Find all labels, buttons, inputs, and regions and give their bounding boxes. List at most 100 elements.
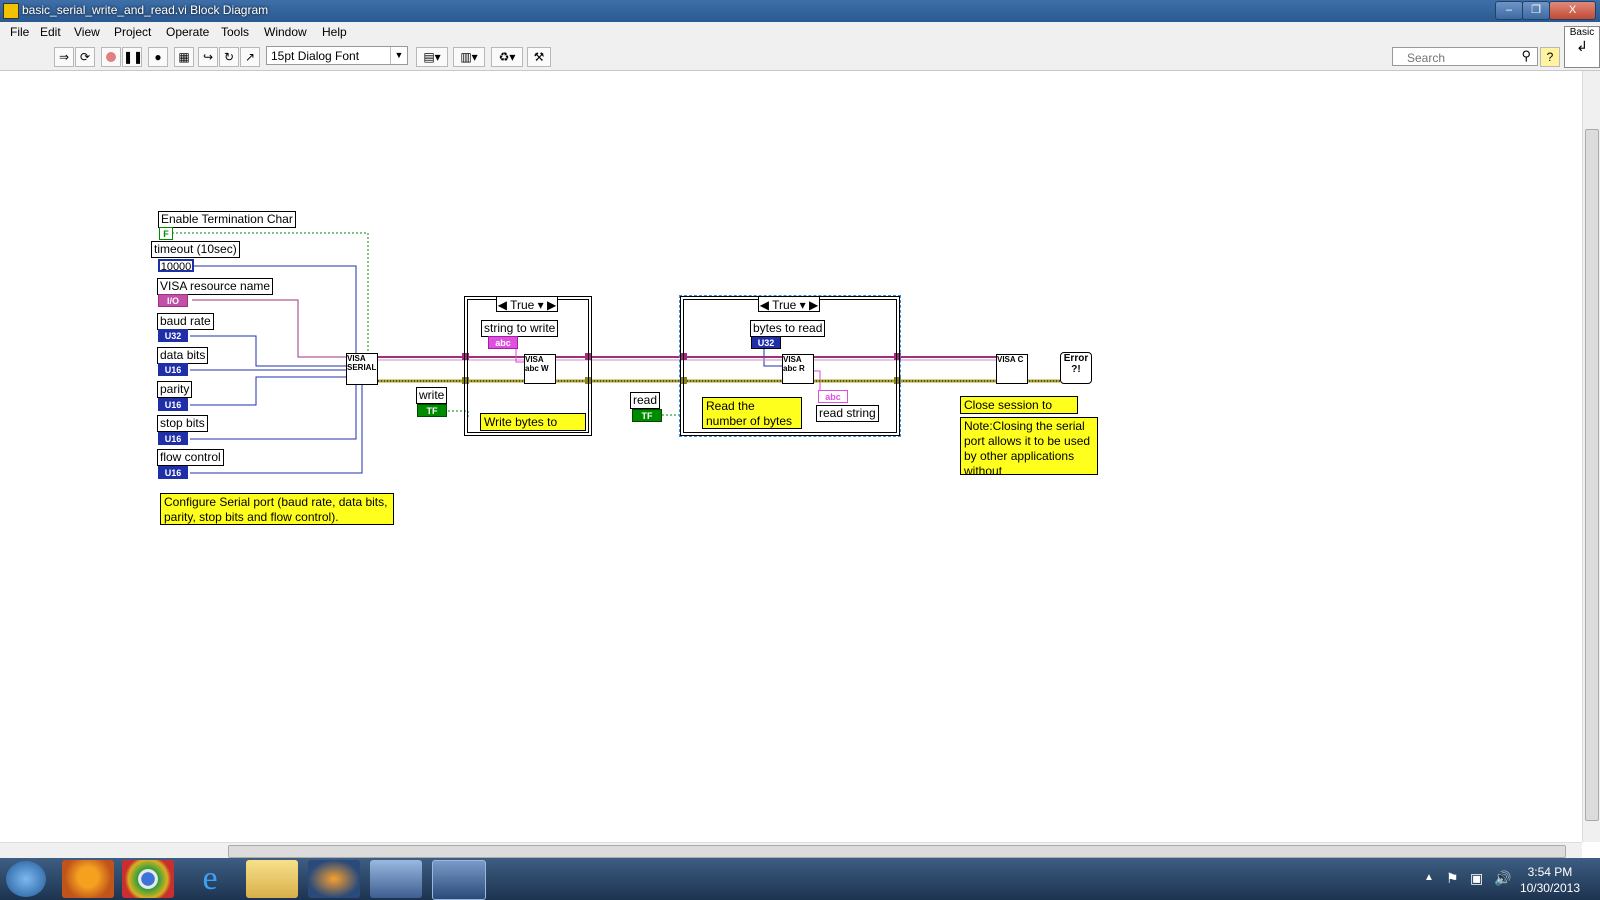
menu-help[interactable]: Help bbox=[322, 25, 347, 39]
firefox-icon[interactable] bbox=[62, 860, 114, 898]
simple-error-handler-vi[interactable]: Error ?! bbox=[1060, 352, 1092, 384]
run-continuously-icon[interactable]: ⟳ bbox=[75, 47, 95, 67]
label-baud-rate[interactable]: baud rate bbox=[157, 313, 214, 330]
distribute-objects-icon[interactable]: ▥▾ bbox=[453, 47, 485, 67]
reorder-icon[interactable]: ♻▾ bbox=[491, 47, 523, 67]
cleanup-diagram-icon[interactable]: ⚒ bbox=[527, 47, 551, 67]
visa-write-vi[interactable]: VISA abc W bbox=[524, 354, 556, 384]
pause-icon[interactable]: ❚❚ bbox=[122, 47, 143, 67]
folder-icon[interactable] bbox=[246, 860, 298, 898]
label-flow-control[interactable]: flow control bbox=[157, 449, 224, 466]
start-button[interactable] bbox=[6, 861, 46, 897]
case-selector-read-value: True bbox=[772, 298, 797, 312]
menu-file[interactable]: File bbox=[10, 25, 29, 39]
menu-view[interactable]: View bbox=[74, 25, 100, 39]
align-objects-icon[interactable]: ▤▾ bbox=[416, 47, 448, 67]
label-read[interactable]: read bbox=[630, 392, 661, 409]
minimize-button[interactable]: – bbox=[1495, 1, 1523, 20]
search-icon[interactable]: ⚲ bbox=[1521, 48, 1531, 64]
menu-operate[interactable]: Operate bbox=[166, 25, 209, 39]
palette-label: Basic bbox=[1569, 27, 1595, 38]
wire-layer bbox=[172, 232, 1060, 474]
search-box[interactable]: ⚲ bbox=[1392, 47, 1538, 66]
media-player-icon[interactable] bbox=[308, 860, 360, 898]
internet-explorer-icon[interactable]: e bbox=[184, 860, 236, 898]
label-visa-resource-name[interactable]: VISA resource name bbox=[157, 278, 274, 295]
flow-control-constant[interactable]: U16 bbox=[158, 466, 188, 479]
stop-bits-constant[interactable]: U16 bbox=[158, 432, 188, 445]
bytes-to-read-control[interactable]: U32 bbox=[751, 336, 781, 349]
data-bits-constant[interactable]: U16 bbox=[158, 363, 188, 376]
note-read-bytes[interactable]: Read the number of bytes specified. bbox=[702, 397, 802, 429]
parity-wire bbox=[190, 376, 346, 406]
taskbar: e ▲ ⚑ ▣ 🔊 3:54 PM 10/30/2013 bbox=[0, 858, 1600, 900]
block-diagram-canvas[interactable]: ◀ True ▾ ▶ ◀ True ▾ ▶ Enable Termination… bbox=[0, 71, 1582, 842]
tray-expand-icon[interactable]: ▲ bbox=[1424, 872, 1434, 883]
font-select[interactable]: 15pt Dialog Font ▼ bbox=[266, 46, 408, 65]
menu-bar: File Edit View Project Operate Tools Win… bbox=[0, 22, 1600, 42]
vertical-scroll-thumb[interactable] bbox=[1585, 129, 1599, 821]
highlight-execution-icon[interactable]: ● bbox=[148, 47, 168, 67]
visa-resource-constant[interactable]: I/O bbox=[158, 294, 188, 307]
label-enable-termination-char[interactable]: Enable Termination Char bbox=[158, 211, 296, 228]
label-read-string[interactable]: read string bbox=[816, 405, 879, 422]
menu-window[interactable]: Window bbox=[264, 25, 307, 39]
menu-tools[interactable]: Tools bbox=[221, 25, 249, 39]
close-button[interactable]: X bbox=[1549, 1, 1596, 20]
visa-close-vi[interactable]: VISA C bbox=[996, 354, 1028, 384]
labview-app-icon bbox=[3, 3, 19, 19]
label-timeout[interactable]: timeout (10sec) bbox=[151, 241, 240, 258]
labview-taskbar-icon[interactable] bbox=[432, 860, 486, 900]
network-icon[interactable]: ▣ bbox=[1470, 870, 1483, 887]
read-string-indicator[interactable]: abc bbox=[818, 390, 848, 403]
timeout-constant[interactable]: 10000 bbox=[158, 259, 194, 273]
label-write[interactable]: write bbox=[416, 387, 448, 404]
network-app-icon[interactable] bbox=[370, 860, 422, 898]
case-selector-read[interactable]: ◀ True ▾ ▶ bbox=[758, 296, 820, 312]
visa-read-vi[interactable]: VISA abc R bbox=[782, 354, 814, 384]
context-help-icon[interactable]: ? bbox=[1540, 47, 1560, 67]
note-closing-serial-port[interactable]: Note:Closing the serial port allows it t… bbox=[960, 417, 1098, 475]
label-stop-bits[interactable]: stop bits bbox=[157, 415, 208, 432]
menu-edit[interactable]: Edit bbox=[40, 25, 61, 39]
baud-wire bbox=[190, 335, 346, 367]
string-to-write-control[interactable]: abc bbox=[488, 336, 518, 349]
system-clock[interactable]: 3:54 PM 10/30/2013 bbox=[1520, 864, 1580, 896]
vertical-scrollbar[interactable] bbox=[1582, 71, 1600, 842]
baud-rate-constant[interactable]: U32 bbox=[158, 329, 188, 342]
label-parity[interactable]: parity bbox=[157, 381, 193, 398]
note-write-bytes[interactable]: Write bytes to port. bbox=[480, 413, 586, 431]
parity-constant[interactable]: U16 bbox=[158, 398, 188, 411]
bool-constant-false[interactable]: F bbox=[159, 227, 173, 240]
step-out-icon[interactable]: ↗ bbox=[240, 47, 260, 67]
clock-date: 10/30/2013 bbox=[1519, 881, 1580, 895]
palette-basic[interactable]: Basic ↲ bbox=[1564, 26, 1600, 68]
step-over-icon[interactable]: ↻ bbox=[219, 47, 239, 67]
read-bool-constant[interactable]: TF bbox=[632, 409, 662, 422]
run-arrow-icon[interactable]: ⇒ bbox=[54, 47, 74, 67]
chrome-icon[interactable] bbox=[122, 860, 174, 898]
window-title: basic_serial_write_and_read.vi Block Dia… bbox=[22, 3, 269, 17]
label-bytes-to-read[interactable]: bytes to read bbox=[750, 320, 826, 337]
horizontal-scroll-thumb[interactable] bbox=[228, 845, 1566, 858]
horizontal-scrollbar[interactable] bbox=[0, 842, 1582, 859]
chevron-down-icon: ▼ bbox=[390, 47, 407, 64]
case-selector-write[interactable]: ◀ True ▾ ▶ bbox=[496, 296, 558, 312]
write-bool-constant[interactable]: TF bbox=[417, 404, 447, 417]
retain-wire-values-icon[interactable]: ▦ bbox=[174, 47, 194, 67]
restore-button[interactable]: ❐ bbox=[1522, 1, 1550, 20]
volume-icon[interactable]: 🔊 bbox=[1494, 870, 1511, 887]
abort-icon[interactable] bbox=[101, 47, 121, 67]
note-close-session[interactable]: Close session to port. bbox=[960, 396, 1078, 414]
label-data-bits[interactable]: data bits bbox=[157, 347, 209, 364]
note-configure[interactable]: Configure Serial port (baud rate, data b… bbox=[160, 493, 394, 525]
title-bar: basic_serial_write_and_read.vi Block Dia… bbox=[0, 0, 1600, 22]
action-center-flag-icon[interactable]: ⚑ bbox=[1446, 870, 1459, 887]
step-into-icon[interactable]: ↪ bbox=[198, 47, 218, 67]
case-selector-write-value: True bbox=[510, 298, 535, 312]
label-string-to-write[interactable]: string to write bbox=[481, 320, 559, 337]
visa-configure-serial-port-vi[interactable]: VISA SERIAL bbox=[346, 353, 378, 385]
menu-project[interactable]: Project bbox=[114, 25, 151, 39]
toolbar: ⇒ ⟳ ❚❚ ● ▦ ↪ ↻ ↗ 15pt Dialog Font ▼ ▤▾ ▥… bbox=[0, 42, 1600, 71]
search-input[interactable] bbox=[1405, 49, 1509, 66]
